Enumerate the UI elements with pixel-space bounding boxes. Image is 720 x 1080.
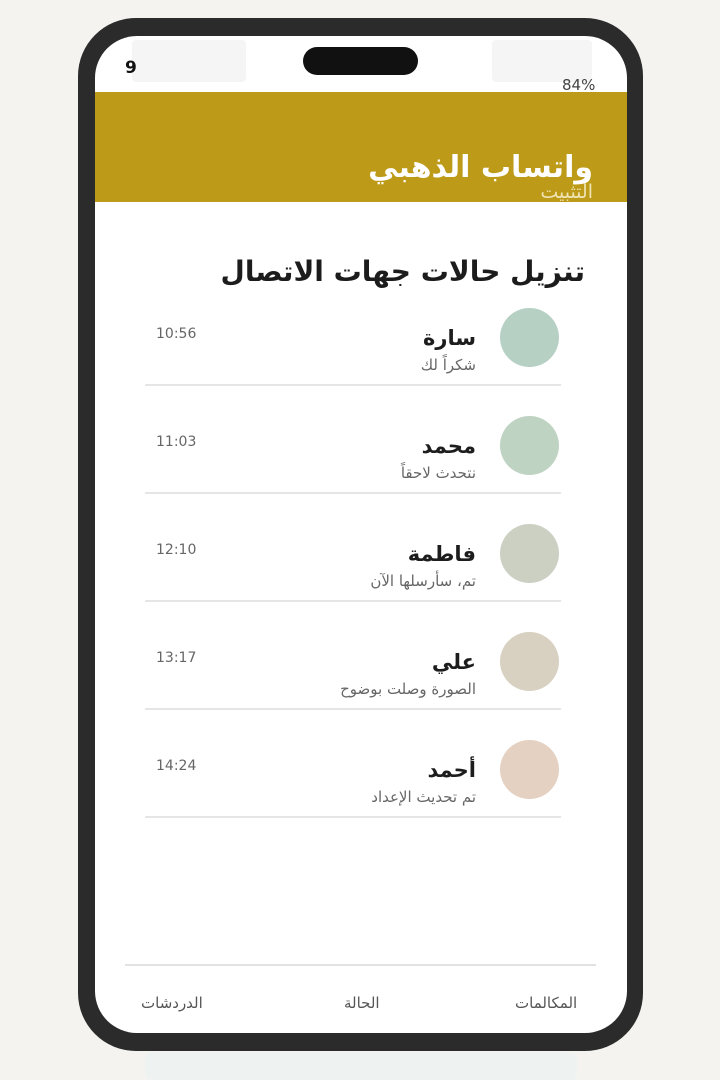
last-message: تم، سأرسلها الآن [370, 572, 476, 590]
bottom-navigation: الدردشات الحالة المكالمات [125, 964, 596, 1026]
avatar [500, 416, 559, 475]
contact-name: علي [431, 650, 476, 674]
chat-row-fatima[interactable]: فاطمة تم، سأرسلها الآن 12:10 [145, 522, 561, 630]
avatar [500, 524, 559, 583]
avatar [500, 632, 559, 691]
status-bar-left-area [132, 40, 246, 82]
phone-screen: 9 84% واتساب الذهبي التثبيت تنزيل حالات … [95, 36, 627, 1033]
contact-name: أحمد [427, 758, 476, 782]
divider [145, 384, 561, 386]
message-time: 13:17 [156, 650, 197, 666]
contact-name: محمد [421, 434, 476, 458]
last-message: تم تحديث الإعداد [371, 788, 476, 806]
chat-list: سارة شكراً لك 10:56 محمد نتحدث لاحقاً 11… [145, 306, 561, 846]
message-time: 10:56 [156, 326, 197, 342]
contact-name: فاطمة [407, 542, 476, 566]
tab-calls[interactable]: المكالمات [515, 994, 577, 1012]
chat-row-mohammed[interactable]: محمد نتحدث لاحقاً 11:03 [145, 414, 561, 522]
app-title: واتساب الذهبي [368, 150, 593, 185]
divider [145, 708, 561, 710]
dynamic-island [303, 47, 418, 75]
chat-row-sara[interactable]: سارة شكراً لك 10:56 [145, 306, 561, 414]
bottom-shadow [145, 1052, 577, 1080]
chat-row-ali[interactable]: علي الصورة وصلت بوضوح 13:17 [145, 630, 561, 738]
divider [145, 816, 561, 818]
divider [145, 600, 561, 602]
last-message: نتحدث لاحقاً [400, 464, 476, 482]
avatar [500, 308, 559, 367]
tab-status[interactable]: الحالة [344, 994, 380, 1012]
message-time: 12:10 [156, 542, 197, 558]
app-subtitle: التثبيت [540, 181, 593, 203]
contact-name: سارة [422, 326, 476, 350]
tab-chats[interactable]: الدردشات [141, 994, 203, 1012]
message-time: 14:24 [156, 758, 197, 774]
page-title: تنزيل حالات جهات الاتصال [220, 255, 585, 288]
chat-row-ahmed[interactable]: أحمد تم تحديث الإعداد 14:24 [145, 738, 561, 846]
last-message: الصورة وصلت بوضوح [340, 680, 476, 698]
divider [145, 492, 561, 494]
status-time: 9 [125, 58, 137, 78]
message-time: 11:03 [156, 434, 197, 450]
avatar [500, 740, 559, 799]
app-header: واتساب الذهبي التثبيت [95, 92, 627, 203]
last-message: شكراً لك [420, 356, 476, 374]
